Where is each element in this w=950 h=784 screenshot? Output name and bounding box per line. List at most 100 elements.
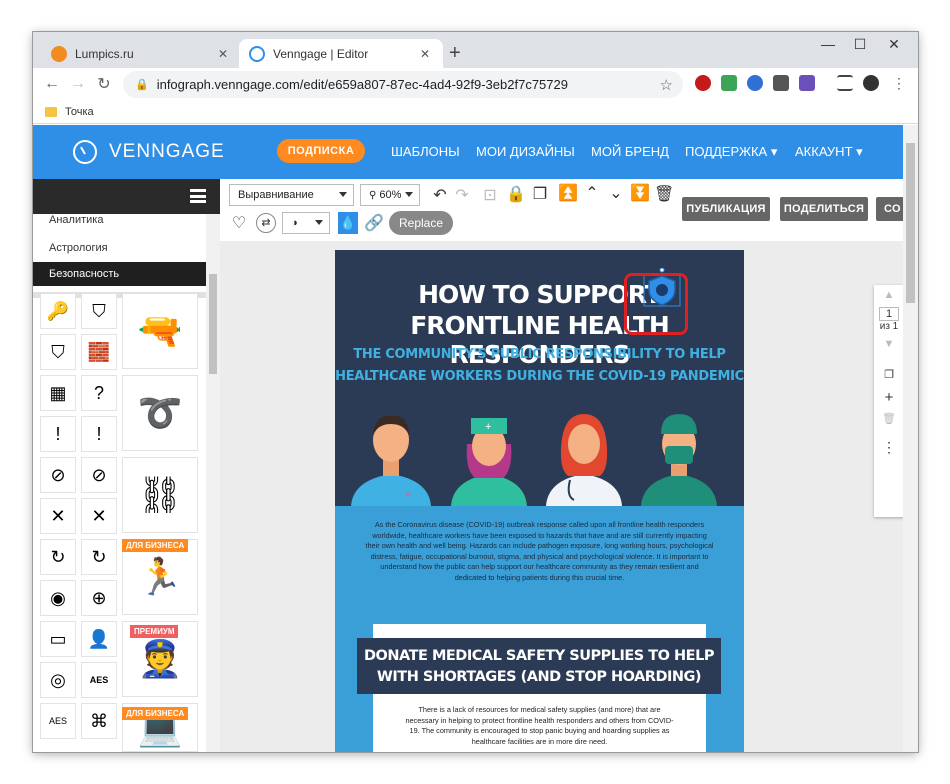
- forward-icon[interactable]: →: [65, 75, 91, 93]
- undo-icon[interactable]: ↶: [430, 185, 450, 205]
- shield-exclamation-icon[interactable]: !: [40, 416, 76, 452]
- duplicate-icon[interactable]: ❐: [530, 184, 550, 204]
- trash-icon[interactable]: 🗑: [654, 184, 674, 204]
- shield-globe-outline-icon[interactable]: ⊕: [81, 580, 117, 616]
- swap-icon[interactable]: ⇄: [256, 213, 276, 233]
- publish-button[interactable]: ПУБЛИКАЦИЯ: [682, 197, 770, 221]
- page-scrollbar[interactable]: [903, 125, 918, 752]
- fingerprint-icon[interactable]: ⌘: [81, 703, 117, 739]
- redo-icon[interactable]: ↷: [452, 185, 472, 205]
- send-to-back-icon[interactable]: ⏬: [630, 183, 650, 203]
- shield-aes-icon[interactable]: AES: [81, 662, 117, 698]
- panel-scrollbar[interactable]: [206, 214, 220, 752]
- shield-filled-icon[interactable]: ⛉: [81, 293, 117, 329]
- link-icon[interactable]: 🔗: [364, 213, 384, 233]
- close-icon[interactable]: ✕: [417, 47, 433, 61]
- shield-x-outline-icon[interactable]: ✕: [81, 498, 117, 534]
- shield-exclamation-outline-icon[interactable]: !: [81, 416, 117, 452]
- pistol-sticker[interactable]: 🔫: [122, 293, 198, 369]
- zoom-select[interactable]: ⚲ 60%: [360, 184, 420, 206]
- section-paragraph[interactable]: There is a lack of resources for medical…: [401, 705, 678, 747]
- firewall-icon[interactable]: 🧱: [81, 334, 117, 370]
- bookmark-tochka[interactable]: Точка: [65, 106, 94, 118]
- translate-extension-icon[interactable]: [799, 75, 815, 91]
- reload-icon[interactable]: ↻: [91, 74, 117, 94]
- crop-icon[interactable]: ⊡: [480, 185, 500, 205]
- shield-refresh-outline-icon[interactable]: ↻: [81, 539, 117, 575]
- ublock-icon[interactable]: [695, 75, 711, 91]
- more-options-icon[interactable]: ⋮: [874, 439, 904, 456]
- nav-templates[interactable]: ШАБЛОНЫ: [391, 144, 460, 159]
- chevron-up-icon[interactable]: ▲: [874, 289, 904, 301]
- hamburger-menu-icon[interactable]: [190, 189, 206, 203]
- shield-refresh-icon[interactable]: ↻: [40, 539, 76, 575]
- panel-scrollbar-thumb[interactable]: [209, 274, 217, 374]
- design-canvas[interactable]: HOW TO SUPPORT FRONTLINE HEALTH RESPONDE…: [220, 241, 903, 752]
- subtitle-line-2[interactable]: HEALTHCARE WORKERS DURING THE COVID-19 P…: [335, 369, 744, 384]
- replace-button[interactable]: Replace: [389, 211, 453, 235]
- close-window-icon[interactable]: ✕: [879, 36, 909, 53]
- shield-aes-outline-icon[interactable]: AES: [40, 703, 76, 739]
- bring-to-front-icon[interactable]: ⏫: [558, 183, 578, 203]
- subtitle-line-1[interactable]: THE COMMUNITY'S PUBLIC RESPONSIBILITY TO…: [335, 347, 744, 362]
- intro-paragraph[interactable]: As the Coronavirus disease (COVID-19) ou…: [365, 520, 714, 584]
- checkmark-extension-icon[interactable]: [721, 75, 737, 91]
- close-icon[interactable]: ✕: [215, 47, 231, 61]
- category-security[interactable]: Безопасность: [33, 262, 206, 286]
- nav-support[interactable]: ПОДДЕРЖКА ▾: [685, 144, 777, 160]
- cube-extension-icon[interactable]: [773, 75, 789, 91]
- key-icon[interactable]: 🔑: [40, 293, 76, 329]
- category-astrology[interactable]: Астрология: [33, 236, 206, 260]
- shield-block-outline-icon[interactable]: ⊘: [81, 457, 117, 493]
- nav-my-brand[interactable]: МОЙ БРЕНД: [591, 144, 669, 159]
- color-drop-icon[interactable]: 💧: [338, 212, 358, 234]
- share-button[interactable]: ПОДЕЛИТЬСЯ: [780, 197, 868, 221]
- tab-lumpics[interactable]: Lumpics.ru ✕: [41, 39, 241, 68]
- page-scrollbar-thumb[interactable]: [906, 143, 915, 303]
- category-analytics[interactable]: Аналитика: [33, 210, 206, 226]
- shield-user-outline-icon[interactable]: ◎: [40, 662, 76, 698]
- address-bar[interactable]: 🔒 infograph.venngage.com/edit/e659a807-8…: [123, 71, 683, 98]
- bring-forward-icon[interactable]: ⌃: [582, 183, 602, 203]
- section-banner[interactable]: DONATE MEDICAL SAFETY SUPPLIES TO HELP W…: [357, 638, 721, 694]
- lock-icon[interactable]: 🔒: [506, 184, 526, 204]
- rope-sticker[interactable]: ➰: [122, 375, 198, 451]
- nav-my-designs[interactable]: МОИ ДИЗАЙНЫ: [476, 144, 575, 159]
- contrast-select[interactable]: ◑: [282, 212, 330, 234]
- back-icon[interactable]: ←: [39, 75, 65, 93]
- minimize-icon[interactable]: —: [813, 36, 843, 52]
- shield-block-icon[interactable]: ⊘: [40, 457, 76, 493]
- align-select[interactable]: Выравнивание: [229, 184, 354, 206]
- page-number-box[interactable]: 1: [879, 307, 899, 321]
- nav-account[interactable]: АККАУНТ ▾: [795, 144, 863, 160]
- avatar[interactable]: [863, 75, 879, 91]
- tab-venngage[interactable]: Venngage | Editor ✕: [239, 39, 443, 68]
- heart-icon[interactable]: ♡: [229, 213, 249, 233]
- bookmark-star-icon[interactable]: ☆: [660, 76, 673, 94]
- add-page-icon[interactable]: +: [874, 389, 904, 406]
- maximize-icon[interactable]: ☐: [845, 36, 875, 53]
- shield-outline-icon[interactable]: ⛉: [40, 334, 76, 370]
- copy-page-icon[interactable]: ❐: [874, 368, 904, 381]
- shield-x-icon[interactable]: ✕: [40, 498, 76, 534]
- menu-dots-icon[interactable]: ⋮: [891, 75, 907, 91]
- shield-browser-icon[interactable]: ▭: [40, 621, 76, 657]
- shield-user-icon[interactable]: 👤: [81, 621, 117, 657]
- send-backward-icon[interactable]: ⌄: [606, 183, 626, 203]
- doctor-female-illustration[interactable]: [540, 408, 628, 506]
- handcuffs-sticker[interactable]: ⛓: [122, 457, 198, 533]
- more-button[interactable]: СО: [876, 197, 906, 221]
- delete-page-icon[interactable]: 🗑: [874, 412, 904, 425]
- chevron-down-icon[interactable]: ▼: [874, 338, 904, 350]
- shield-globe-icon[interactable]: ◉: [40, 580, 76, 616]
- surgeon-illustration[interactable]: [635, 408, 723, 506]
- firewall-outline-icon[interactable]: ▦: [40, 375, 76, 411]
- doctor-male-illustration[interactable]: +: [347, 408, 435, 506]
- new-tab-button[interactable]: +: [449, 42, 461, 65]
- subscribe-button[interactable]: ПОДПИСКА: [277, 139, 365, 163]
- nurse-illustration[interactable]: +: [445, 408, 533, 506]
- globe-extension-icon[interactable]: [747, 75, 763, 91]
- shield-question-icon[interactable]: ?: [81, 375, 117, 411]
- venngage-logo[interactable]: VENNGAGE: [73, 140, 225, 164]
- playlist-icon[interactable]: [837, 75, 853, 91]
